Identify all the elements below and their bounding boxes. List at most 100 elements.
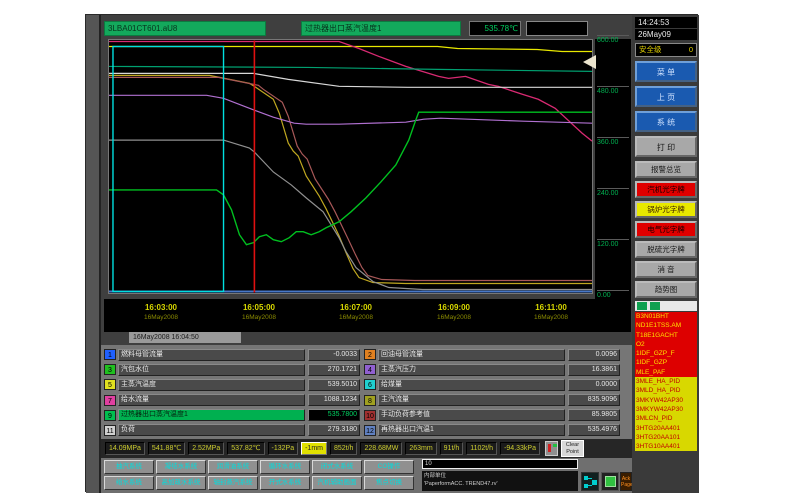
alarm-item[interactable]: 3MKYW42AP30 [635,405,697,414]
toolbar-button[interactable]: 凝结水系统 [156,460,206,474]
legend-row[interactable]: 2回油母管流量0.0096 [364,348,620,361]
toolbar-button[interactable]: 闭式水系统 [312,460,362,474]
sidebar-button[interactable]: 报警总览 [635,161,697,178]
legend-row[interactable]: 5主蒸汽温度539.5010 [104,378,360,391]
y-tick-label: 120.00 [597,239,629,248]
alarm-item[interactable]: T18E1GACHT [635,331,697,340]
toolbar-row-2: 给水系统高加疏水系统轴封蒸汽系统开式水系统汽机辅助画面焦点切换 [104,476,414,490]
alarm-item[interactable]: B3N01BHT [635,312,697,321]
zoom-selection-box[interactable] [113,46,224,291]
toolbar-button[interactable]: CO操作 [364,460,414,474]
x-tick-date: 16May2008 [321,314,391,321]
status-value: 1102t/h [466,442,497,455]
main-content: 3LBA01CT601.aU8 过热器出口蒸汽温度1 535.78℃ 600.0… [101,15,632,493]
monitor-icon[interactable] [601,472,619,491]
x-tick-date: 16May2008 [126,314,196,321]
alarm-item[interactable]: 3MKYW42AP30 [635,396,697,405]
alarm-item[interactable]: 3HTG20AA401 [635,424,697,433]
status-values: 14.09MPa541.88℃2.52MPa537.82℃-132Pa-1mm8… [105,442,540,455]
legend-value: 539.5010 [308,379,360,391]
x-tick-date: 16May2008 [419,314,489,321]
y-tick-label: 240.00 [597,188,629,197]
legend-row[interactable]: 10手动负荷参考值85.9805 [364,409,620,422]
x-tick: 16:09:00 16May2008 [419,303,489,321]
legend-row[interactable]: 3汽包水位270.1721 [104,363,360,376]
tag-name-field[interactable]: 3LBA01CT601.aU8 [104,21,266,36]
command-output: 内部单位 'PaperformACC. TREND47.rv' [422,471,578,491]
panel-indicator-icon[interactable] [545,441,558,456]
sidebar-button[interactable]: 消 音 [635,261,697,278]
alarm-item[interactable]: MLE_PAF [635,368,697,377]
alarm-item[interactable]: 3HTG20AA101 [635,433,697,442]
dcs-trend-window: 3LBA01CT601.aU8 过热器出口蒸汽温度1 535.78℃ 600.0… [85,14,698,492]
trend-line-khaki-dive [109,75,592,283]
alarm-item[interactable]: 1IDF_GZP [635,358,697,367]
cursor-timestamp: 16May2008 16:04:50 [129,332,241,343]
sidebar-button[interactable]: 打 印 [635,136,697,157]
x-tick-time: 16:09:00 [419,303,489,312]
sidebar-buttons: 菜 单上 页系 统打 印报警总览汽机光字牌锅炉光字牌电气光字牌脱硫光字牌消 音趋… [635,61,697,298]
legend-row[interactable]: 6给煤量0.0000 [364,378,620,391]
alarm-item[interactable]: 3HTG10AA401 [635,442,697,451]
time-axis: 16:03:0016May200816:05:0016May200816:07:… [104,299,631,332]
value-marker-icon[interactable] [583,55,596,69]
selected-trend-value: 535.78℃ [469,21,521,36]
legend-color-chip: 1 [104,349,116,360]
clear-point-button[interactable]: Clear Point [561,440,584,457]
status-value: 541.88℃ [148,442,185,455]
alarm-list-header [635,301,697,311]
sidebar-button[interactable]: 汽机光字牌 [635,181,697,198]
alarm-item[interactable]: 1IDF_GZP_F [635,349,697,358]
sidebar-button[interactable]: 趋势图 [635,281,697,298]
selected-trend-field[interactable]: 过热器出口蒸汽温度1 [301,21,461,36]
toolbar-button[interactable]: 高加疏水系统 [156,476,206,490]
y-axis-scale: 600.00480.00360.00240.00120.000.00 [595,39,631,301]
x-tick: 16:07:0016May2008 [321,303,391,321]
x-tick-time: 16:03:00 [126,303,196,312]
legend-value: 1088.1234 [308,394,360,406]
alarm-page-next-icon[interactable] [650,302,660,310]
toolbar-button[interactable]: 焦点切换 [364,476,414,490]
toolbar-button[interactable]: 抽汽系统 [104,460,154,474]
sidebar-button[interactable]: 锅炉光字牌 [635,201,697,218]
legend-row[interactable]: 12再热器出口汽温1535.4976 [364,424,620,437]
toolbar-button[interactable]: 给水系统 [104,476,154,490]
legend-row[interactable]: 8主汽流量835.9096 [364,394,620,407]
legend-color-chip: 12 [364,425,376,436]
sidebar-button[interactable]: 电气光字牌 [635,221,697,238]
alarm-page-prev-icon[interactable] [637,302,647,310]
trend-plot[interactable] [108,39,593,294]
sidebar-button[interactable]: 脱硫光字牌 [635,241,697,258]
legend-column-left: 1燃料母管流量-0.0033 3汽包水位270.1721 5主蒸汽温度539.501… [104,348,360,439]
alarm-item[interactable]: O2 [635,340,697,349]
sidebar-button[interactable]: 系 统 [635,111,697,132]
legend-row[interactable]: 11负荷279.3180 [104,424,360,437]
legend-value: 85.9805 [568,409,620,421]
status-value: 14.09MPa [105,442,145,455]
legend-row[interactable]: 1燃料母管流量-0.0033 [104,348,360,361]
toolbar-button[interactable]: 润滑油系统 [208,460,258,474]
sidebar-button[interactable]: 上 页 [635,86,697,107]
aux-value-box [526,21,588,36]
legend-row[interactable]: 7给水流量1088.1234 [104,394,360,407]
sidebar-button[interactable]: 菜 单 [635,61,697,82]
toolbar-row-1: 抽汽系统凝结水系统润滑油系统循环水系统闭式水系统CO操作 [104,460,414,474]
toolbar-button[interactable]: 汽机辅助画面 [312,476,362,490]
ack-page-button[interactable]: Ack Page [620,472,632,491]
command-input[interactable]: 10 [422,459,578,469]
network-icon[interactable] [581,472,599,491]
alarm-item[interactable]: 3MLCN_PID [635,414,697,423]
alarm-item[interactable]: 3MLE_HA_PID [635,377,697,386]
toolbar-button[interactable]: 轴封蒸汽系统 [208,476,258,490]
legend-row[interactable]: 9过热器出口蒸汽温度1535.7800 [104,409,360,422]
legend-label: 燃料母管流量 [118,349,305,361]
legend-value: 535.7800 [308,409,360,421]
toolbar-button[interactable]: 循环水系统 [260,460,310,474]
x-tick-time: 16:11:00 [516,303,586,312]
alarm-item[interactable]: ND1E1TSS.AM [635,321,697,330]
legend-row[interactable]: 4主蒸汽压力16.3861 [364,363,620,376]
alarm-item[interactable]: 3MLD_HA_PID [635,386,697,395]
toolbar-button[interactable]: 开式水系统 [260,476,310,490]
trend-svg [109,40,592,293]
legend-label: 回油母管流量 [378,349,565,361]
